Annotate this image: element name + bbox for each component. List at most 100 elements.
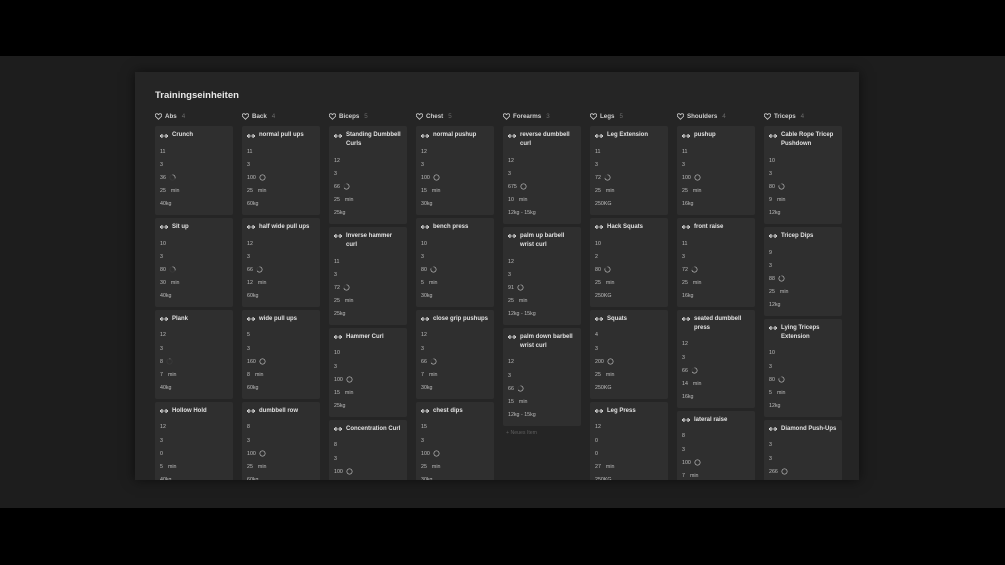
weight-value: 60kg (247, 201, 259, 208)
heart-icon (764, 112, 771, 120)
duration-property: 25 min (595, 277, 663, 290)
exercise-card[interactable]: Hammer Curl 10 3 100 15 min 25kg (329, 327, 407, 417)
exercise-card[interactable]: normal pushup 12 3 100 15 min 30kg (416, 126, 494, 215)
card-title: Plank (160, 315, 228, 324)
reps-value: 3 (508, 170, 511, 177)
weight-value: 60kg (247, 477, 259, 480)
exercise-card[interactable]: Plank 12 3 8 7 min 40kg (155, 309, 233, 399)
exercise-card[interactable]: Standing Dumbbell Curls 12 3 66 25 min 25kg (329, 126, 407, 224)
column-count: 5 (619, 112, 623, 120)
weight-value: 25kg (334, 210, 346, 217)
card-list: pushup 11 3 100 25 min 16kg front raise 11 3 72 25 m… (677, 126, 755, 480)
reps-value: 3 (160, 437, 163, 444)
progress-ring (169, 174, 176, 181)
exercise-card[interactable]: half wide pull ups 12 3 66 12 min 60kg (242, 217, 320, 307)
weight-property: 16kg (682, 290, 750, 303)
dumbbell-icon (334, 234, 342, 239)
sets-property: 12 (508, 255, 576, 268)
card-title: Diamond Push-Ups (769, 425, 837, 434)
exercise-card[interactable]: wide pull ups 5 3 160 8 min 60kg (242, 309, 320, 399)
progress-value: 100 (334, 468, 343, 475)
progress-value: 8 (160, 358, 163, 365)
exercise-card[interactable]: pushup 11 3 100 25 min 16kg (677, 126, 755, 215)
exercise-card[interactable]: Tricep Dips 9 3 88 25 min 12kg (764, 226, 842, 316)
weight-value: 16kg (682, 394, 694, 401)
exercise-card[interactable]: front raise 11 3 72 25 min 16kg (677, 217, 755, 307)
progress-value: 66 (421, 358, 427, 365)
column-header[interactable]: Legs 5 (590, 109, 668, 123)
sets-property: 9 (769, 246, 837, 259)
exercise-card[interactable]: Leg Extension 11 3 72 25 min 250KG (590, 126, 668, 215)
exercise-card[interactable]: reverse dumbbell curl 12 3 675 10 min 12kg - 1… (503, 126, 581, 224)
exercise-card[interactable]: normal pull ups 11 3 100 25 min 60kg (242, 126, 320, 215)
duration-unit: min (518, 197, 528, 204)
column-count: 4 (181, 112, 186, 120)
column-header[interactable]: Forearms 3 (503, 109, 581, 123)
progress-ring (694, 174, 701, 181)
duration-property: 14 min (682, 377, 750, 390)
card-list: normal pull ups 11 3 100 25 min 60kg half wide … (242, 126, 320, 480)
exercise-card[interactable]: lateral raise831007min16kg (677, 410, 755, 480)
dumbbell-icon (595, 317, 603, 322)
sets-property: 3 (769, 439, 837, 452)
reps-value: 3 (334, 455, 337, 462)
exercise-card[interactable]: Sit up 10 3 80 30 min 40kg (155, 217, 233, 307)
duration-property: 25 min (247, 460, 315, 473)
progress-property: 80 (595, 263, 663, 276)
exercise-card[interactable]: seated dumbbell press 12 3 66 14 min 16kg (677, 309, 755, 408)
duration-unit: min (254, 372, 264, 379)
column-header[interactable]: Shoulders 4 (677, 109, 755, 123)
card-title-text: Plank (172, 315, 189, 322)
column-title: Abs (165, 112, 177, 120)
exercise-card[interactable]: Hack Squats 10 2 80 25 min 250KG (590, 217, 668, 307)
exercise-card[interactable]: Crunch 11 3 36 25 min 40kg (155, 126, 233, 215)
card-title: Standing Dumbbell Curls (334, 131, 402, 149)
exercise-card[interactable]: close grip pushups 12 3 66 7 min 30kg (416, 309, 494, 399)
sets-property: 12 (160, 421, 228, 434)
exercise-card[interactable]: Inverse hammer curl 11 3 72 25 min 25kg (329, 226, 407, 325)
dumbbell-icon (682, 317, 690, 322)
duration-value: 27 (595, 463, 601, 470)
duration-unit: min (692, 381, 702, 388)
column-header[interactable]: Chest 5 (416, 109, 494, 123)
exercise-card[interactable]: Leg Press 12 0 0 27 min 250KG (590, 401, 668, 480)
column-header[interactable]: Triceps 4 (764, 109, 842, 123)
reps-property: 3 (247, 434, 315, 447)
exercise-card[interactable]: chest dips 15 3 100 25 min 30kg (416, 401, 494, 480)
duration-property: 10min (769, 478, 837, 480)
sets-property: 11 (247, 145, 315, 158)
exercise-card[interactable]: palm down barbell wrist curl 12 3 66 15 min 12… (503, 327, 581, 426)
exercise-card[interactable]: bench press 10 3 80 5 min 30kg (416, 217, 494, 307)
exercise-card[interactable]: palm up barbell wrist curl 12 3 91 25 min 12kg… (503, 226, 581, 325)
reps-property: 3 (682, 158, 750, 171)
exercise-card[interactable]: Cable Rope Tricep Pushdown 10 3 80 9 min 12kg (764, 126, 842, 224)
progress-property: 66 (508, 382, 576, 395)
card-title-text: front raise (694, 223, 724, 230)
exercise-card[interactable]: Concentration Curl8310010min25kg (329, 419, 407, 480)
reps-property: 3 (334, 268, 402, 281)
card-title: palm up barbell wrist curl (508, 232, 576, 250)
column-count: 4 (271, 112, 276, 120)
column-triceps: Triceps 4 Cable Rope Tricep Pushdown 10 3 80 9… (764, 109, 842, 480)
duration-value: 7 (421, 372, 424, 379)
duration-property: 9 min (769, 194, 837, 207)
sets-value: 11 (682, 240, 688, 247)
column-abs: Abs 4 Crunch 11 3 36 25 min 40kg Sit up 10 3 80 30 min… (155, 109, 233, 480)
duration-unit: min (344, 390, 354, 397)
exercise-card[interactable]: Diamond Push-Ups3326610min12kg (764, 419, 842, 480)
progress-value: 675 (508, 183, 517, 190)
sets-value: 9 (769, 249, 772, 256)
exercise-card[interactable]: dumbbell row 8 3 100 25 min 60kg (242, 401, 320, 480)
column-header[interactable]: Back 4 (242, 109, 320, 123)
exercise-card[interactable]: Squats 4 3 200 25 min 250KG (590, 309, 668, 399)
new-item-button[interactable]: + Neues Item (503, 430, 581, 436)
exercise-card[interactable]: Hollow Hold 12 3 0 5 min 40kg (155, 401, 233, 480)
column-header[interactable]: Biceps 5 (329, 109, 407, 123)
column-header[interactable]: Abs 4 (155, 109, 233, 123)
board-title: Trainingseinheiten (155, 90, 239, 101)
reps-property: 3 (508, 167, 576, 180)
card-title: Hammer Curl (334, 333, 402, 342)
weight-value: 12kg (769, 302, 781, 309)
exercise-card[interactable]: Lying Triceps Extension 10 3 80 5 min 12kg (764, 318, 842, 417)
duration-property: 12 min (247, 277, 315, 290)
